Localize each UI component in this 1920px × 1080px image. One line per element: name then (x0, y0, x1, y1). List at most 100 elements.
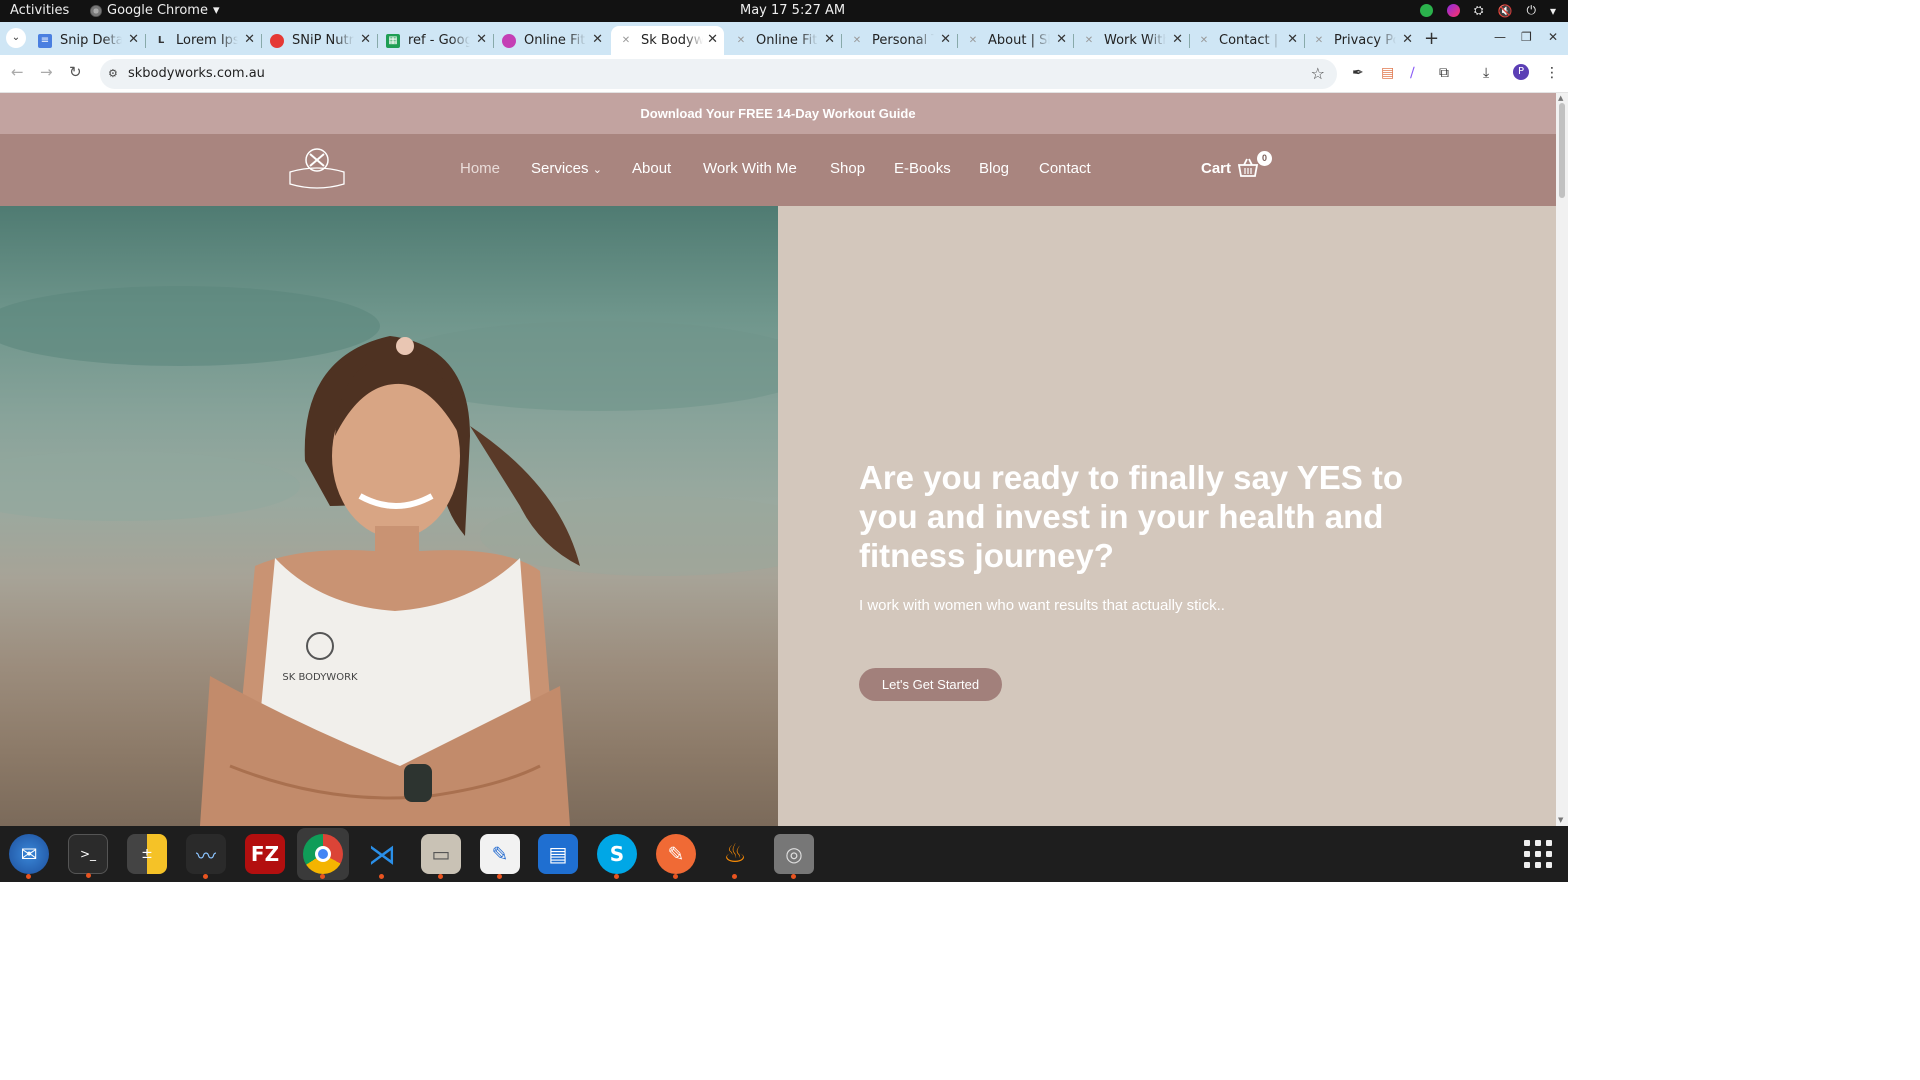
bookmark-star-icon[interactable]: ☆ (1311, 64, 1325, 83)
terminal-icon[interactable]: >_ (68, 834, 108, 878)
skype-icon[interactable]: S (597, 834, 637, 879)
activities-button[interactable]: Activities (10, 3, 69, 18)
files-icon[interactable]: ▭ (421, 834, 461, 879)
firefox-dev-icon[interactable]: ♨ (715, 834, 755, 879)
close-icon[interactable]: ✕ (1287, 32, 1298, 47)
app-menu[interactable]: Google Chrome ▾ (90, 3, 220, 18)
tab-lorem-ipsum[interactable]: L Lorem Ips ✕ (146, 26, 262, 55)
skb-icon: ✕ (1314, 35, 1324, 46)
profile-avatar[interactable]: P (1513, 64, 1529, 80)
close-icon[interactable]: ✕ (824, 32, 835, 47)
browser-toolbar: ← → ↻ ⚙ skbodyworks.com.au ☆ ✒ ▤ ∕ ⧉ ⤓ P… (0, 55, 1568, 93)
scroll-down-icon[interactable]: ▼ (1558, 816, 1563, 824)
pen-extension-icon[interactable]: ∕ (1410, 65, 1415, 81)
tab-about[interactable]: ✕ About | Sk ✕ (958, 26, 1074, 55)
system-monitor-icon[interactable]: 〰 (186, 834, 226, 879)
url-text[interactable]: skbodyworks.com.au (128, 66, 265, 81)
hero-heading: Are you ready to finally say YES to you … (859, 459, 1404, 574)
web-page: Download Your FREE 14-Day Workout Guide … (0, 93, 1556, 826)
lorem-l-icon: L (157, 35, 165, 46)
calculator-icon[interactable]: ± (127, 834, 167, 874)
restore-icon[interactable]: ❐ (1521, 30, 1532, 44)
power-icon[interactable]: ⏻ (1526, 3, 1536, 18)
forward-icon[interactable]: → (40, 63, 53, 81)
close-icon[interactable]: ✕ (707, 32, 718, 47)
tab-contact[interactable]: ✕ Contact | S ✕ (1189, 26, 1305, 55)
basket-icon (1237, 158, 1259, 177)
fitness-icon (502, 33, 516, 48)
close-icon[interactable]: ✕ (476, 32, 487, 47)
tab-ref-sheets[interactable]: ▦ ref - Googl ✕ (378, 26, 494, 55)
back-icon[interactable]: ← (11, 63, 24, 81)
close-icon[interactable]: ✕ (360, 32, 371, 47)
tab-personal-training[interactable]: ✕ Personal T ✕ (842, 26, 958, 55)
extensions-puzzle-icon[interactable]: ⧉ (1439, 65, 1449, 81)
woman-portrait-image: SK BODYWORK (0, 286, 778, 826)
extension-tray-icon[interactable] (1446, 4, 1460, 17)
tab-online-fitness-2[interactable]: ✕ Online Fitn ✕ (726, 26, 842, 55)
download-icon[interactable]: ⤓ (1483, 65, 1489, 81)
announcement-bar[interactable]: Download Your FREE 14-Day Workout Guide (0, 93, 1556, 134)
cart-link[interactable]: Cart (1201, 158, 1259, 178)
address-bar[interactable]: ⚙ skbodyworks.com.au ☆ (100, 59, 1337, 89)
sk-bodyworks-logo[interactable] (286, 146, 348, 194)
kebab-menu-icon[interactable]: ⋮ (1545, 65, 1559, 81)
tray-caret-icon[interactable]: ▾ (1550, 4, 1556, 18)
nav-services[interactable]: Services ⌄ (531, 160, 602, 177)
volume-icon[interactable]: 🔇 (1498, 4, 1513, 18)
close-icon[interactable]: ✕ (244, 32, 255, 47)
eyedropper-extension-icon[interactable]: ✒ (1352, 65, 1364, 81)
cart-count-badge: 0 (1257, 151, 1272, 166)
nav-ebooks[interactable]: E-Books (894, 160, 951, 177)
nav-work-with-me[interactable]: Work With Me (703, 160, 797, 177)
lets-get-started-button[interactable]: Let's Get Started (859, 668, 1002, 701)
close-icon[interactable]: ✕ (940, 32, 951, 47)
vscode-icon[interactable]: ⋊ (362, 834, 402, 879)
tab-snip-details[interactable]: ≡ Snip Detai ✕ (30, 26, 146, 55)
page-scrollbar[interactable]: ▲ ▼ (1556, 93, 1568, 826)
show-apps-grid-icon[interactable] (1524, 840, 1552, 868)
thunderbird-icon[interactable]: ✉ (9, 834, 49, 879)
close-icon[interactable]: ✕ (592, 32, 603, 47)
tab-privacy-policy[interactable]: ✕ Privacy Po ✕ (1304, 26, 1419, 55)
scroll-up-icon[interactable]: ▲ (1558, 94, 1563, 102)
reload-icon[interactable]: ↻ (69, 63, 82, 81)
scrollbar-thumb[interactable] (1559, 103, 1565, 198)
hero-subtext: I work with women who want results that … (859, 597, 1225, 614)
tab-work-with-me[interactable]: ✕ Work With ✕ (1074, 26, 1190, 55)
nav-home[interactable]: Home (460, 160, 500, 177)
status-ok-icon[interactable] (1419, 4, 1433, 17)
disks-icon[interactable]: ◎ (774, 834, 814, 879)
network-icon[interactable]: ⛭ (1474, 3, 1484, 18)
app-menu-label: Google Chrome (107, 3, 208, 18)
nav-blog[interactable]: Blog (979, 160, 1009, 177)
close-icon[interactable]: ✕ (1172, 32, 1183, 47)
close-icon[interactable]: ✕ (1402, 32, 1413, 47)
window-close-icon[interactable]: ✕ (1548, 30, 1558, 44)
nav-contact[interactable]: Contact (1039, 160, 1091, 177)
tab-online-fitness[interactable]: Online Fitn ✕ (494, 26, 609, 55)
system-top-bar: Activities Google Chrome ▾ May 17 5:27 A… (0, 0, 1568, 22)
clock[interactable]: May 17 5:27 AM (740, 3, 845, 18)
tab-sk-bodyworks-active[interactable]: ✕ Sk Bodywo ✕ (611, 26, 724, 55)
hero-photo: SK BODYWORK (0, 206, 778, 826)
skb-icon: ✕ (736, 35, 746, 46)
caret-down-icon: ▾ (212, 3, 220, 18)
nav-shop[interactable]: Shop (830, 160, 865, 177)
nav-about[interactable]: About (632, 160, 671, 177)
calendar-extension-icon[interactable]: ▤ (1381, 65, 1394, 81)
new-tab-icon[interactable]: + (1424, 28, 1439, 49)
close-icon[interactable]: ✕ (1056, 32, 1067, 47)
chrome-icon[interactable] (303, 834, 343, 879)
postman-icon[interactable]: ✎ (656, 834, 696, 879)
filezilla-icon[interactable]: FZ (245, 834, 285, 874)
minimize-icon[interactable]: — (1494, 30, 1506, 44)
site-info-icon[interactable]: ⚙ (108, 67, 118, 80)
system-tray[interactable]: ⛭ 🔇 ⏻ ▾ (1419, 3, 1556, 18)
close-icon[interactable]: ✕ (128, 32, 139, 47)
tab-snip-nutrition[interactable]: SNiP Nutri ✕ (262, 26, 378, 55)
text-editor-icon[interactable]: ✎ (480, 834, 520, 879)
libreoffice-writer-icon[interactable]: ▤ (538, 834, 578, 874)
skb-icon: ✕ (1084, 35, 1094, 46)
tab-search-chevron-icon[interactable]: ⌄ (6, 28, 26, 48)
